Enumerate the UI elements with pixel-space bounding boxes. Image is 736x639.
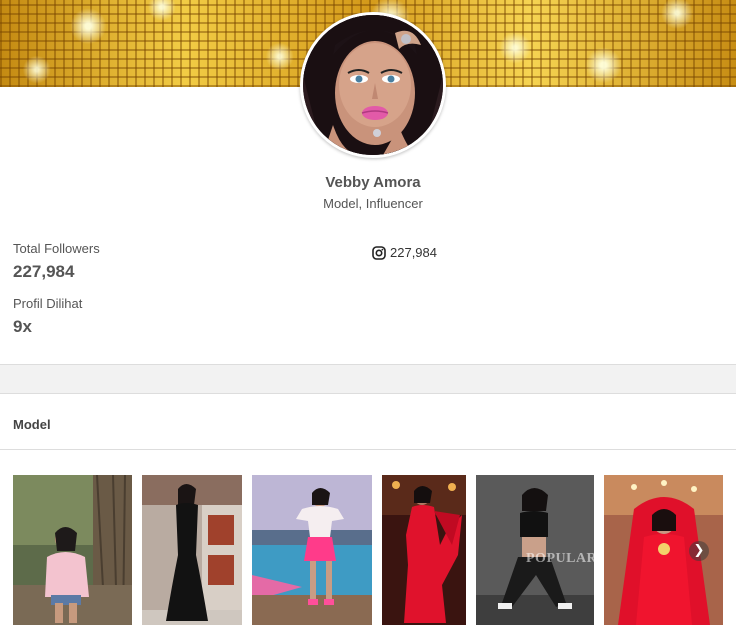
gallery-photo-6[interactable]: ❯ [604, 475, 723, 625]
popular-watermark: POPULAR [526, 551, 594, 566]
gallery-photo-5[interactable]: POPULAR [476, 475, 594, 625]
gallery-photo-3[interactable] [252, 475, 372, 625]
gallery-photo-4[interactable] [382, 475, 466, 625]
section-title: Model [13, 417, 51, 432]
divider [0, 449, 736, 450]
gallery-photo-2[interactable] [142, 475, 242, 625]
divider [0, 393, 736, 394]
avatar[interactable] [300, 12, 446, 158]
views-label: Profil Dilihat [13, 296, 83, 311]
instagram-stat[interactable]: 227,984 [372, 245, 437, 260]
followers-value: 227,984 [13, 262, 75, 281]
followers-label: Total Followers [13, 241, 100, 256]
instagram-icon [372, 245, 386, 260]
section-spacer [0, 365, 736, 393]
instagram-count: 227,984 [390, 245, 437, 260]
profile-name: Vebby Amora [325, 174, 421, 191]
chevron-right-icon[interactable]: ❯ [689, 541, 709, 561]
profile-role: Model, Influencer [323, 196, 423, 211]
photo-gallery: POPULAR ❯ [0, 475, 736, 625]
gallery-photo-1[interactable] [13, 475, 132, 625]
views-value: 9x [13, 317, 32, 336]
